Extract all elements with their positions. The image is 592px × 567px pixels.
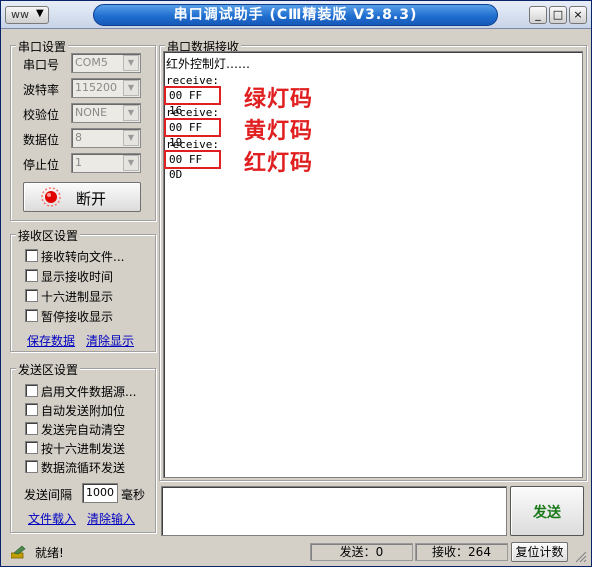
stopbits-label: 停止位 xyxy=(23,158,60,172)
baud-value: 115200 xyxy=(75,81,117,94)
receive-to-file-label: 接收转向文件... xyxy=(41,250,125,264)
parity-select[interactable]: NONE ▼ xyxy=(71,103,141,123)
databits-value: 8 xyxy=(75,131,82,144)
databits-select[interactable]: 8 ▼ xyxy=(71,128,141,148)
app-window: ww ▼ 串口调试助手 (CⅢ精装版 V3.8.3) _ □ × 串口设置 串口… xyxy=(0,0,592,567)
send-settings-group: 发送区设置 启用文件数据源... 自动发送附加位 发送完自动清空 按十六进制发送… xyxy=(10,361,156,533)
close-button[interactable]: × xyxy=(569,6,587,24)
window-title: 串口调试助手 (CⅢ精装版 V3.8.3) xyxy=(93,4,498,26)
send-button-label: 发送 xyxy=(533,505,561,521)
load-file-link[interactable]: 文件载入 xyxy=(28,510,76,527)
receive-settings-group: 接收区设置 接收转向文件... 显示接收时间 十六进制显示 暂停接收显示 保存数… xyxy=(10,227,156,352)
minimize-button[interactable]: _ xyxy=(529,6,547,24)
red-light-annotation: 红灯码 xyxy=(244,151,314,176)
auto-clear-label: 发送完自动清空 xyxy=(41,423,126,437)
interval-unit: 毫秒 xyxy=(121,488,146,502)
interval-input[interactable]: 1000 xyxy=(82,483,118,503)
receive-header-line: 红外控制灯…… xyxy=(166,57,251,71)
title-bar: ww ▼ 串口调试助手 (CⅢ精装版 V3.8.3) _ □ × xyxy=(1,1,591,29)
serial-settings-group: 串口设置 串口号 COM5 ▼ 波特率 115200 ▼ 校验位 NONE ▼ … xyxy=(10,38,156,221)
chevron-down-icon: ▼ xyxy=(123,55,139,71)
open-port-button[interactable]: 断开 xyxy=(23,182,141,212)
receive-settings-title: 接收区设置 xyxy=(16,227,81,244)
receive-area-group: 串口数据接收 红外控制灯…… receive: 00 FF 16 绿灯码 rec… xyxy=(159,38,587,481)
chevron-down-icon: ▼ xyxy=(123,105,139,121)
green-light-annotation: 绿灯码 xyxy=(244,87,314,112)
hex-send-label: 按十六进制发送 xyxy=(41,442,126,456)
red-light-code: 00 FF 0D xyxy=(164,150,221,181)
status-ready: 就绪! xyxy=(35,546,64,560)
system-menu-button[interactable]: ww ▼ xyxy=(5,6,49,24)
show-time-checkbox[interactable] xyxy=(25,269,38,282)
reset-count-button[interactable]: 复位计数 xyxy=(511,542,568,562)
loop-send-checkbox[interactable] xyxy=(25,460,38,473)
yellow-light-annotation: 黄灯码 xyxy=(244,119,314,144)
append-bit-checkbox[interactable] xyxy=(25,403,38,416)
pause-display-label: 暂停接收显示 xyxy=(41,310,114,324)
loop-send-label: 数据流循环发送 xyxy=(41,461,126,475)
save-data-link[interactable]: 保存数据 xyxy=(27,332,75,349)
clear-input-link[interactable]: 清除输入 xyxy=(87,510,135,527)
port-label: 串口号 xyxy=(23,58,60,72)
receive-counter: 接收：264 xyxy=(415,543,508,561)
receive-to-file-checkbox[interactable] xyxy=(25,249,38,262)
send-input[interactable] xyxy=(161,486,507,536)
baud-select[interactable]: 115200 ▼ xyxy=(71,78,141,98)
chevron-down-icon: ▼ xyxy=(36,8,44,19)
parity-label: 校验位 xyxy=(23,108,60,122)
hex-display-checkbox[interactable] xyxy=(25,289,38,302)
send-settings-title: 发送区设置 xyxy=(16,361,81,378)
resize-grip[interactable] xyxy=(573,549,587,563)
send-counter: 发送：0 xyxy=(310,543,413,561)
chevron-down-icon: ▼ xyxy=(123,80,139,96)
receive-textarea[interactable]: 红外控制灯…… receive: 00 FF 16 绿灯码 receive: 0… xyxy=(163,51,583,478)
parity-value: NONE xyxy=(75,106,108,119)
hex-display-label: 十六进制显示 xyxy=(41,290,114,304)
yellow-light-code: 00 FF 19 xyxy=(164,118,221,149)
ready-icon xyxy=(10,545,27,559)
maximize-button[interactable]: □ xyxy=(549,6,567,24)
chevron-down-icon: ▼ xyxy=(123,155,139,171)
file-source-label: 启用文件数据源... xyxy=(41,385,137,399)
green-light-code: 00 FF 16 xyxy=(164,86,221,117)
chevron-down-icon: ▼ xyxy=(123,130,139,146)
pause-display-checkbox[interactable] xyxy=(25,309,38,322)
show-time-label: 显示接收时间 xyxy=(41,270,114,284)
stopbits-value: 1 xyxy=(75,156,82,169)
open-port-label: 断开 xyxy=(76,190,107,208)
baud-label: 波特率 xyxy=(23,83,60,97)
databits-label: 数据位 xyxy=(23,133,60,147)
status-light-icon xyxy=(41,187,61,207)
ww-icon: ww xyxy=(11,8,29,21)
port-select[interactable]: COM5 ▼ xyxy=(71,53,141,73)
serial-settings-title: 串口设置 xyxy=(16,38,69,55)
port-value: COM5 xyxy=(75,56,108,69)
send-button[interactable]: 发送 xyxy=(510,486,584,536)
interval-label: 发送间隔 xyxy=(24,488,73,502)
append-bit-label: 自动发送附加位 xyxy=(41,404,126,418)
auto-clear-checkbox[interactable] xyxy=(25,422,38,435)
stopbits-select[interactable]: 1 ▼ xyxy=(71,153,141,173)
hex-send-checkbox[interactable] xyxy=(25,441,38,454)
file-source-checkbox[interactable] xyxy=(25,384,38,397)
clear-display-link[interactable]: 清除显示 xyxy=(86,332,134,349)
